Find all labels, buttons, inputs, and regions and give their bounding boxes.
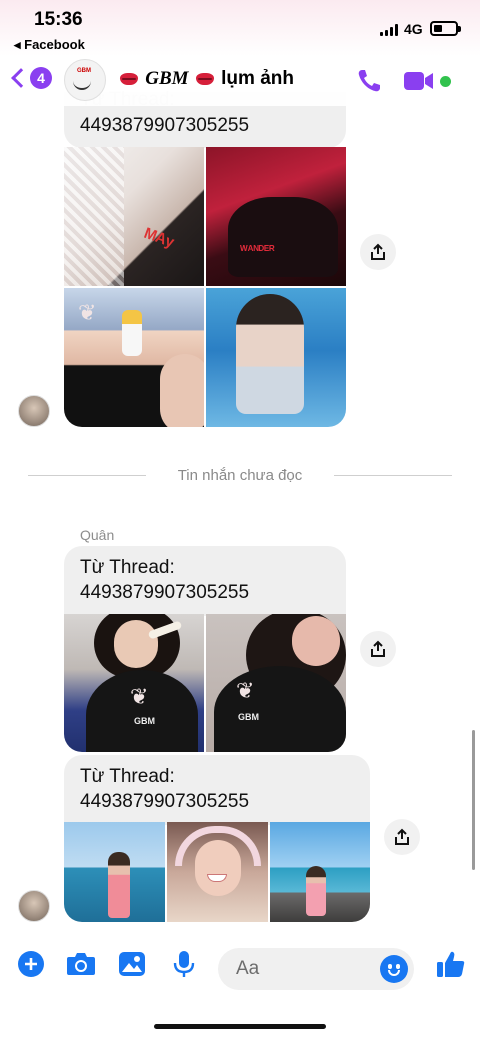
- home-indicator[interactable]: [154, 1024, 326, 1029]
- share-icon: [371, 243, 385, 260]
- sender-avatar[interactable]: [18, 890, 50, 922]
- gallery-icon: [119, 952, 145, 976]
- tee-print: GBM: [134, 716, 155, 726]
- shared-photo[interactable]: [270, 822, 370, 922]
- lips-emoji-icon: [195, 72, 214, 85]
- photo-figure: [236, 294, 304, 414]
- plus-button[interactable]: [17, 950, 45, 978]
- shared-photo[interactable]: ❦ GBM: [206, 614, 346, 752]
- share-button[interactable]: [360, 234, 396, 270]
- tee-print: GBM: [238, 712, 259, 722]
- microphone-icon: [173, 951, 195, 977]
- gallery-button[interactable]: [118, 950, 146, 978]
- message-input[interactable]: Aa: [218, 948, 414, 990]
- conversation-title[interactable]: GBM lụm ảnh: [118, 68, 294, 90]
- title-suffix: lụm ảnh: [221, 68, 294, 89]
- photo-figure: [108, 852, 130, 918]
- photo-skin: [160, 354, 204, 427]
- butterfly-print: ❦: [236, 678, 255, 703]
- butterfly-print: ❦: [78, 300, 97, 325]
- photo-tee: [214, 666, 346, 752]
- share-button[interactable]: [360, 631, 396, 667]
- sender-avatar[interactable]: [18, 395, 50, 427]
- photo-shirt: [228, 197, 338, 277]
- thread-label: Từ Thread:: [80, 766, 175, 787]
- group-avatar[interactable]: GBM: [64, 59, 106, 101]
- voice-call-button[interactable]: [356, 68, 382, 94]
- emoji-icon: [388, 970, 400, 976]
- message-input-placeholder: Aa: [236, 958, 260, 979]
- shared-photo[interactable]: [64, 822, 165, 922]
- photo-figure: [306, 866, 326, 916]
- thread-id: 4493879907305255: [80, 791, 250, 812]
- photo-tag: ᵂᴬᴺᴰᴱᴿ: [240, 243, 275, 257]
- share-icon: [395, 828, 409, 845]
- shared-photo[interactable]: [167, 822, 268, 922]
- back-button[interactable]: 4: [11, 67, 52, 89]
- chevron-left-icon: [11, 68, 31, 88]
- thread-label: Từ Thread:: [80, 557, 175, 578]
- lips-emoji-icon: [120, 72, 138, 85]
- message-composer: Aa: [0, 940, 480, 1000]
- divider-line-right: [334, 475, 452, 476]
- shared-photo[interactable]: ❦ GBM: [64, 614, 204, 752]
- unread-count-badge: 4: [30, 67, 52, 89]
- scrollbar[interactable]: [472, 730, 475, 870]
- sender-name: Quân: [80, 527, 115, 543]
- status-time: 15:36: [34, 9, 83, 30]
- photo-lace-overlay: [64, 147, 124, 286]
- shared-photo[interactable]: ᴹᴬʸ: [64, 147, 204, 286]
- back-to-facebook-link[interactable]: ◂ Facebook: [14, 37, 85, 53]
- title-prefix: GBM: [145, 68, 189, 89]
- shared-photo[interactable]: ᵂᴬᴺᴰᴱᴿ: [206, 147, 346, 286]
- avatar-doodle: [73, 80, 91, 90]
- thumbs-up-icon: [437, 951, 465, 977]
- emoji-button[interactable]: [380, 955, 408, 983]
- thread-id: 4493879907305255: [80, 582, 250, 603]
- photo-face: [292, 616, 340, 666]
- shared-photo[interactable]: [206, 288, 346, 427]
- share-icon: [371, 640, 385, 657]
- camera-icon: [67, 953, 95, 975]
- photo-sticker: ᴹᴬʸ: [140, 223, 177, 258]
- chat-header: 4 GBM GBM lụm ảnh: [0, 56, 480, 106]
- online-status-dot: [440, 76, 451, 87]
- shared-photo[interactable]: ❦: [64, 288, 204, 427]
- like-button[interactable]: [436, 950, 466, 978]
- video-call-button[interactable]: [404, 70, 434, 92]
- voice-message-button[interactable]: [170, 950, 198, 978]
- photo-tee: [86, 670, 198, 752]
- battery-icon: [430, 21, 461, 36]
- camera-button[interactable]: [66, 950, 96, 978]
- avatar-tag: GBM: [77, 68, 91, 74]
- signal-icon: [380, 24, 398, 36]
- thread-id: 4493879907305255: [80, 115, 250, 136]
- butterfly-print: ❦: [130, 684, 149, 709]
- plus-icon: [18, 951, 44, 977]
- share-button[interactable]: [384, 819, 420, 855]
- photo-face: [195, 840, 241, 896]
- status-bar: 15:36 ◂ Facebook 4G: [0, 0, 480, 56]
- photo-face: [114, 620, 158, 668]
- network-type: 4G: [404, 21, 423, 37]
- photo-bottle-sticker: [122, 310, 142, 356]
- phone-icon: [358, 70, 380, 92]
- video-camera-icon: [404, 72, 433, 90]
